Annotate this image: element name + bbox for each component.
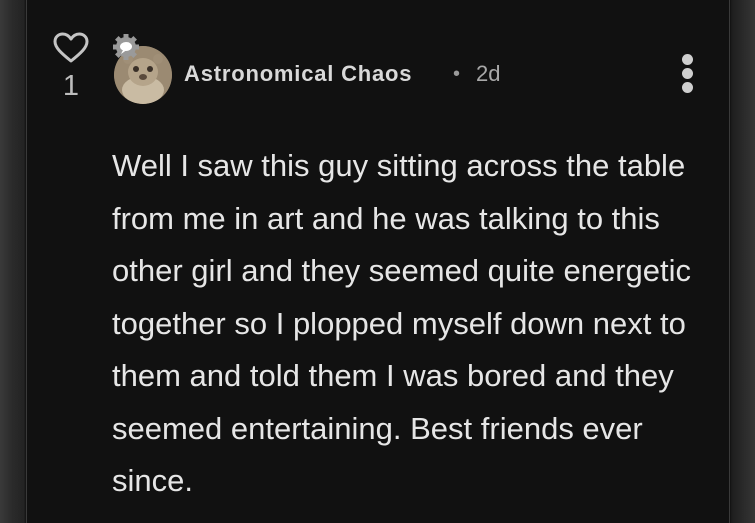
author-name[interactable]: Astronomical Chaos	[184, 60, 412, 88]
menu-dot	[682, 82, 693, 93]
menu-dot	[682, 54, 693, 65]
gear-chat-badge-icon	[113, 34, 139, 60]
comment-card: 1 Astronomical Chaos • 2d Well I saw thi…	[26, 0, 730, 523]
like-count: 1	[62, 70, 80, 102]
heart-outline-icon[interactable]	[53, 32, 89, 64]
avatar-group[interactable]	[111, 32, 173, 106]
meta-separator: •	[453, 63, 461, 85]
page-frame: 1 Astronomical Chaos • 2d Well I saw thi…	[0, 0, 755, 523]
more-options-button[interactable]	[673, 52, 701, 94]
like-section: 1	[51, 32, 91, 102]
timestamp: 2d	[476, 61, 501, 86]
comment-text: Well I saw this guy sitting across the t…	[112, 148, 692, 498]
menu-dot	[682, 68, 693, 79]
